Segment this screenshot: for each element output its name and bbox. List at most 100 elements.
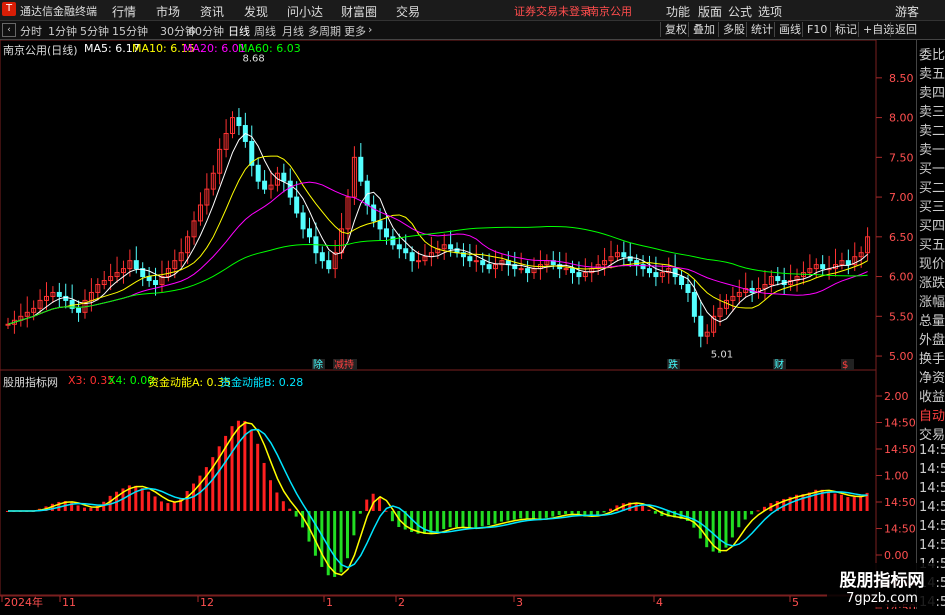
indicator-bar [153, 496, 157, 511]
sidebar-item-26[interactable]: 14:56 [919, 538, 945, 558]
indicator-bar [493, 511, 497, 524]
more-chevron-icon[interactable]: › [368, 23, 372, 36]
menu-item-2[interactable]: 资讯 [200, 3, 224, 20]
right-menu-item-3[interactable]: 选项 [758, 3, 782, 20]
right-menu-item-4[interactable]: 游客 [895, 3, 919, 20]
sidebar-item-25[interactable]: 14:56 [919, 519, 945, 539]
sidebar-item-15[interactable]: 外盘 [919, 329, 945, 349]
indicator-bar [345, 511, 349, 559]
sidebar-item-2[interactable]: 卖四 [919, 82, 945, 102]
sidebar-item-20[interactable]: 交易 [919, 424, 945, 444]
toolbar-button-0[interactable]: 复权 [660, 22, 691, 37]
x-tick-label: 12 [200, 596, 214, 609]
period-tab-0[interactable]: 分时 [20, 23, 42, 39]
right-menu-item-0[interactable]: 功能 [666, 3, 690, 20]
login-status[interactable]: 证券交易未登录 [514, 3, 591, 19]
candle-body [473, 260, 479, 263]
candle-body [76, 307, 82, 313]
sidebar-item-5[interactable]: 卖一 [919, 139, 945, 159]
event-marker-4[interactable]: $ [842, 360, 848, 371]
indicator-name[interactable]: 股朋指标网 [3, 374, 58, 390]
sidebar-item-8[interactable]: 买三 [919, 196, 945, 216]
sidebar-item-0[interactable]: 委比 [919, 44, 945, 64]
toolbar-button-4[interactable]: 画线 [774, 22, 805, 37]
candle-body [390, 236, 396, 246]
sidebar-item-22[interactable]: 14:56 [919, 462, 945, 482]
indicator-bar [839, 494, 843, 511]
sidebar-item-12[interactable]: 涨跌 [919, 272, 945, 292]
menu-item-0[interactable]: 行情 [112, 3, 136, 20]
event-marker-0[interactable]: 除 [313, 358, 323, 371]
x-tick-label: 4 [656, 596, 663, 609]
right-menu-item-1[interactable]: 版面 [698, 3, 722, 20]
candle-body [563, 268, 569, 271]
menu-item-1[interactable]: 市场 [156, 3, 180, 20]
period-tab-3[interactable]: 15分钟 [112, 23, 148, 39]
menu-item-3[interactable]: 发现 [244, 3, 268, 20]
event-marker-1[interactable]: 减持 [334, 358, 354, 371]
candle-body [653, 272, 659, 278]
sidebar-item-23[interactable]: 14:56 [919, 481, 945, 501]
toolbar-button-8[interactable]: 返回 [890, 22, 921, 37]
indicator-bar [564, 511, 568, 514]
sidebar-item-24[interactable]: 14:56 [919, 500, 945, 520]
sidebar-item-16[interactable]: 换手 [919, 348, 945, 368]
period-tab-9[interactable]: 多周期 [308, 23, 341, 39]
candle-body [358, 156, 364, 182]
event-marker-2[interactable]: 跌 [668, 358, 678, 371]
chevron-left-icon[interactable]: ‹ [2, 23, 16, 37]
current-stock[interactable]: 南京公用 [588, 3, 632, 19]
sidebar-item-17[interactable]: 净资 [919, 367, 945, 387]
sidebar-item-10[interactable]: 买五 [919, 234, 945, 254]
period-tab-10[interactable]: 更多 [344, 23, 366, 39]
price-tick-label: 5.00 [889, 350, 914, 363]
sidebar-item-19[interactable]: 自动 [919, 405, 945, 425]
sidebar-item-13[interactable]: 涨幅 [919, 291, 945, 311]
indicator-bar [750, 511, 754, 515]
price-tick-label: 8.00 [889, 112, 914, 125]
candle-body [448, 244, 454, 250]
menu-item-6[interactable]: 交易 [396, 3, 420, 20]
period-tab-5[interactable]: 60分钟 [188, 23, 224, 39]
chart-area[interactable]: 8.50 8.00 7.50 7.00 6.50 6.00 5.50 5.00 8.68 5.01… [0, 39, 916, 615]
toolbar-button-2[interactable]: 多股 [718, 22, 749, 37]
sidebar-item-3[interactable]: 卖三 [919, 101, 945, 121]
indicator-tick-label: 14:50 [884, 417, 915, 430]
toolbar-button-5[interactable]: F10 [802, 22, 831, 37]
period-tab-7[interactable]: 周线 [254, 23, 276, 39]
candle-body [294, 196, 300, 214]
indicator-bar [846, 497, 850, 511]
toolbar-button-3[interactable]: 统计 [746, 22, 777, 37]
kline-chart[interactable]: 8.50 8.00 7.50 7.00 6.50 6.00 5.50 5.00 8.68 5.01… [0, 39, 916, 615]
sidebar-item-6[interactable]: 买一 [919, 158, 945, 178]
x-tick-label: 2024年 [4, 595, 43, 609]
sidebar-item-11[interactable]: 现价 [919, 253, 945, 273]
period-tab-2[interactable]: 5分钟 [80, 23, 109, 39]
sidebar-item-9[interactable]: 买四 [919, 215, 945, 235]
sidebar-item-1[interactable]: 卖五 [919, 63, 945, 83]
candle-body [845, 260, 851, 266]
right-menu-item-2[interactable]: 公式 [728, 3, 752, 20]
indicator-bar [647, 509, 651, 511]
toolbar-button-6[interactable]: 标记 [830, 22, 861, 37]
menu-item-4[interactable]: 问小达 [287, 3, 323, 20]
sidebar-item-18[interactable]: 收益 [919, 386, 945, 406]
sidebar-item-21[interactable]: 14:56 [919, 443, 945, 463]
indicator-bar [641, 505, 645, 511]
period-tab-6[interactable]: 日线 [228, 23, 250, 39]
toolbar-button-1[interactable]: 叠加 [688, 22, 719, 37]
period-toolbar: ‹ 分时 1分钟 5分钟 15分钟 30分钟 60分钟 日线 周线 月线 多周期 更多 › 复权 叠加多… [0, 21, 945, 40]
period-tab-8[interactable]: 月线 [282, 23, 304, 39]
menu-item-5[interactable]: 财富圈 [341, 3, 377, 20]
menu-bar: T 通达信金融终端 行情 市场 资讯 发现 问小达 财富圈 交易 证券交易未登录 南京公用 … [0, 0, 945, 21]
sidebar-item-14[interactable]: 总量 [919, 310, 945, 330]
indicator-bar [320, 511, 324, 567]
period-tab-1[interactable]: 1分钟 [48, 23, 77, 39]
sidebar-item-7[interactable]: 买二 [919, 177, 945, 197]
indicator-bar [275, 492, 279, 511]
indicator-bar [557, 511, 561, 515]
sidebar-item-4[interactable]: 卖二 [919, 120, 945, 140]
event-marker-3[interactable]: 财 [774, 358, 784, 371]
indicator-bar [827, 491, 831, 511]
indicator-tick-label: 14:50 [884, 496, 915, 509]
